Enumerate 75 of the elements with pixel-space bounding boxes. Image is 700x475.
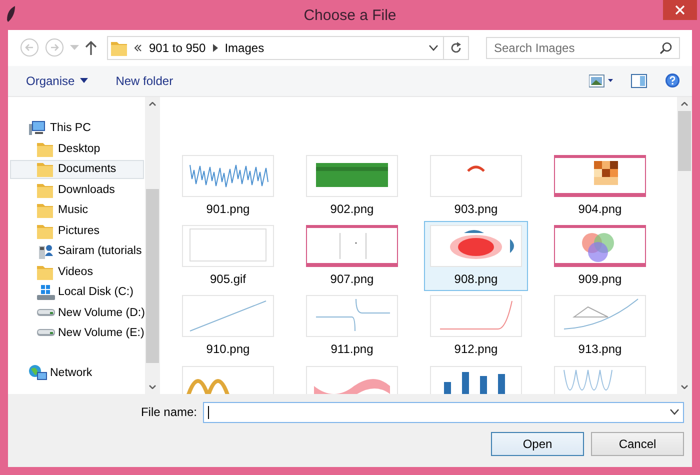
file-item[interactable]: 901.png [176, 150, 280, 220]
chevron-down-icon [429, 44, 438, 51]
up-arrow-icon [85, 40, 97, 55]
file-name-label: File name: [140, 405, 197, 419]
feather-icon [6, 6, 16, 22]
help-button[interactable] [663, 71, 682, 90]
folder-icon [37, 182, 55, 198]
scroll-down-icon[interactable] [149, 384, 156, 388]
drive-icon [37, 284, 55, 300]
up-button[interactable] [85, 40, 97, 55]
navigation-item[interactable]: Downloads [10, 180, 144, 199]
computer-icon [29, 120, 47, 136]
dropdown-icon[interactable] [670, 409, 679, 415]
scrollbar[interactable] [677, 96, 692, 394]
file-item[interactable]: 903.png [424, 150, 528, 220]
navigation-item[interactable]: New Volume (D:) [10, 303, 144, 322]
navigation-item[interactable]: Music [10, 200, 144, 220]
refresh-icon [450, 42, 462, 54]
caret-icon [70, 45, 79, 50]
triangle-right-icon[interactable] [212, 44, 218, 52]
caret-icon [80, 78, 88, 84]
navigation-item[interactable]: Documents [10, 160, 144, 178]
navigation-item[interactable]: Desktop [10, 139, 144, 158]
user-drive-icon [37, 243, 55, 259]
breadcrumb[interactable]: 901 to 950 [149, 40, 206, 55]
preview-pane-button[interactable] [629, 72, 649, 90]
file-name-field[interactable] [203, 402, 684, 422]
navigation-item[interactable]: Local Disk (C:) [10, 282, 144, 302]
navigation-item[interactable]: Sairam (tutorials [10, 242, 144, 260]
navigation-item[interactable]: Network [10, 364, 144, 382]
search-field[interactable]: Search Images [486, 36, 680, 59]
dialog-button[interactable]: Cancel [591, 432, 684, 456]
close-icon [675, 5, 685, 15]
folder-icon [37, 222, 55, 238]
scroll-up-icon[interactable] [681, 102, 688, 106]
dialog-button[interactable]: Open [491, 432, 584, 456]
file-item[interactable]: 910.png [176, 290, 280, 360]
file-item[interactable]: 902.png [300, 150, 404, 220]
file-item[interactable]: 912.png [424, 290, 528, 360]
folder-icon [37, 140, 55, 156]
navigation-item[interactable]: Pictures [10, 221, 144, 240]
help-icon [665, 73, 680, 88]
file-item[interactable]: 905.gif [176, 220, 280, 290]
image-view-icon [589, 74, 613, 88]
folder-icon [37, 264, 55, 280]
scrollbar[interactable] [145, 96, 160, 394]
pane-icon [631, 74, 647, 88]
organise-menu[interactable]: Organise [20, 70, 94, 91]
folder-icon [111, 40, 127, 56]
scroll-up-icon[interactable] [149, 102, 156, 106]
chevron-double-icon[interactable] [134, 44, 142, 52]
drive-icon [37, 329, 55, 337]
scroll-down-icon[interactable] [681, 384, 688, 388]
file-item[interactable]: 909.png [548, 220, 652, 290]
close-button[interactable] [663, 0, 697, 20]
drive-icon [37, 308, 55, 316]
new-folder-button[interactable]: New folder [110, 70, 180, 91]
view-button[interactable] [587, 72, 615, 90]
window-title: Choose a File [304, 6, 396, 24]
navigation-item[interactable]: Videos [10, 262, 144, 281]
navigation-item[interactable]: This PC [10, 118, 144, 138]
navigation-item[interactable]: New Volume (E:) [10, 324, 144, 342]
file-item[interactable]: 907.png [300, 220, 404, 290]
folder-icon [37, 202, 55, 218]
file-item[interactable]: 904.png [548, 150, 652, 220]
network-icon [29, 365, 47, 381]
file-item[interactable]: 913.png [548, 290, 652, 360]
file-item[interactable]: 908.png [424, 220, 528, 290]
address-bar[interactable]: 901 to 950 Images [107, 36, 469, 60]
scrollbar-thumb[interactable] [146, 188, 159, 362]
breadcrumb[interactable]: Images [224, 40, 264, 55]
scrollbar-thumb[interactable] [678, 110, 691, 170]
file-item[interactable]: 911.png [300, 290, 404, 360]
folder-icon [37, 161, 55, 177]
search-icon [660, 42, 672, 54]
